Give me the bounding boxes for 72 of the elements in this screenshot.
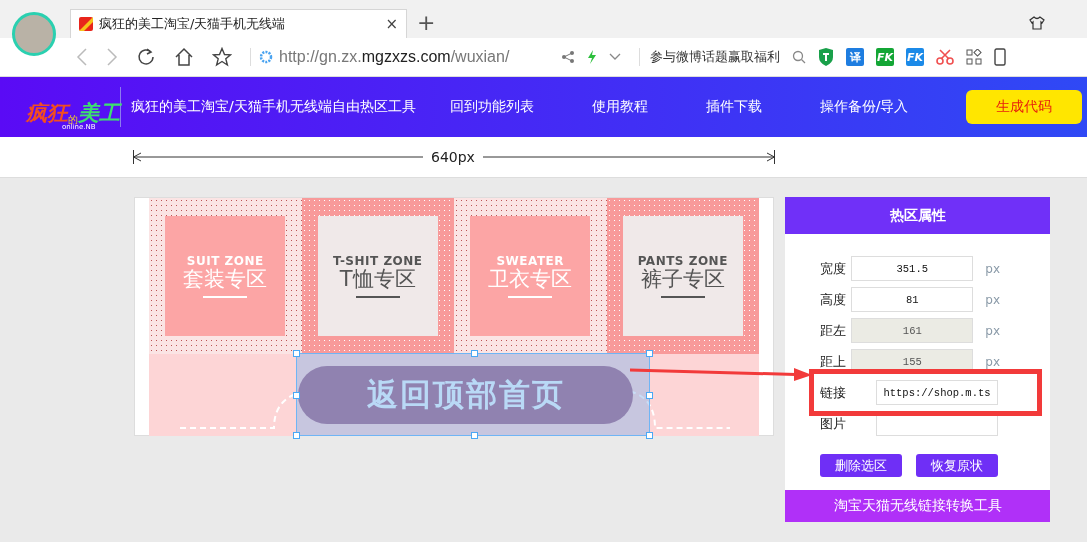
home-icon[interactable] (174, 47, 194, 67)
tab-title: 疯狂的美工淘宝/天猫手机无线端 (99, 15, 287, 33)
resize-handle[interactable] (471, 350, 478, 357)
resize-handle[interactable] (471, 432, 478, 439)
generate-code-button[interactable]: 生成代码 (966, 90, 1082, 124)
panel-title: 热区属性 (785, 197, 1050, 234)
unit-label: px (985, 261, 1000, 276)
zone-title: 卫衣专区 (488, 268, 573, 292)
field-label: 宽度 (820, 259, 847, 278)
input-field[interactable]: 81 (851, 287, 974, 312)
input-field[interactable]: https://shop.m.ts (876, 380, 998, 405)
zone-title: T恤专区 (339, 268, 416, 292)
shield-icon[interactable] (818, 48, 834, 66)
search-field[interactable]: 参与微博话题赢取福利 (639, 48, 780, 66)
zone-card[interactable]: T-SHIT ZONE T恤专区 (317, 216, 438, 336)
grid-icon[interactable] (966, 49, 982, 65)
field-label: 距左 (820, 321, 847, 340)
search-icon[interactable] (792, 50, 806, 64)
resize-handle[interactable] (293, 392, 300, 399)
nav-link[interactable]: 回到功能列表 (449, 98, 534, 116)
unit-label: px (985, 323, 1000, 338)
zone-english-title: T-SHIT ZONE (332, 254, 423, 269)
unit-label: px (985, 354, 1000, 369)
panel-button[interactable]: 删除选区 (820, 454, 902, 477)
zone-english-title: PANTS ZONE (637, 254, 728, 269)
zone-english-title: SUIT ZONE (186, 254, 264, 269)
zone-title: 裤子专区 (640, 268, 725, 292)
share-icon[interactable] (561, 50, 575, 64)
resize-handle[interactable] (646, 350, 653, 357)
lightning-icon[interactable] (587, 50, 597, 64)
scissors-icon[interactable] (936, 49, 954, 65)
nav-link[interactable]: 操作备份/导入 (819, 98, 909, 116)
nav-link[interactable]: 插件下载 (705, 98, 762, 116)
shirt-icon[interactable] (1029, 16, 1045, 30)
underline (508, 295, 553, 298)
resize-handle[interactable] (646, 432, 653, 439)
hotspot-selection[interactable] (296, 353, 650, 436)
underline (355, 295, 400, 298)
field-label: 距上 (820, 352, 847, 371)
phone-icon[interactable] (994, 48, 1006, 66)
chevron-icon[interactable] (609, 53, 621, 61)
address-bar[interactable]: http://gn.zx.mgzxzs.com/wuxian/ (250, 48, 549, 66)
unit-label: px (985, 292, 1000, 307)
url-text: http://gn.zx.mgzxzs.com/wuxian/ (279, 48, 510, 66)
extension-button[interactable]: FK (906, 48, 924, 66)
translate-button[interactable]: 译 (846, 48, 864, 66)
resize-handle[interactable] (293, 432, 300, 439)
forward-icon[interactable] (106, 48, 118, 66)
zone-english-title: SWEATER (496, 254, 565, 269)
resize-handle[interactable] (646, 392, 653, 399)
underline (203, 295, 248, 298)
field-label: 高度 (820, 290, 847, 309)
avatar-icon[interactable] (12, 12, 56, 56)
favicon-icon (79, 17, 93, 31)
nav-link[interactable]: 使用教程 (591, 98, 648, 116)
back-icon[interactable] (76, 48, 88, 66)
field-label: 链接 (820, 383, 847, 402)
panel-button[interactable]: 恢复原状 (916, 454, 998, 477)
zone-card[interactable]: PANTS ZONE 裤子专区 (622, 216, 743, 336)
browser-tab[interactable]: 疯狂的美工淘宝/天猫手机无线端 × (70, 9, 407, 38)
resize-handle[interactable] (293, 350, 300, 357)
reload-icon[interactable] (136, 47, 156, 67)
close-tab-button[interactable]: × (385, 15, 398, 33)
new-tab-button[interactable]: + (417, 12, 436, 34)
star-icon[interactable] (212, 47, 232, 67)
site-title: 疯狂的美工淘宝/天猫手机无线端自由热区工具 (131, 98, 416, 116)
link-converter-link[interactable]: 淘宝天猫无线链接转换工具 (785, 490, 1050, 522)
zone-title: 套装专区 (183, 268, 268, 292)
width-label: 640px (431, 149, 475, 165)
input-field[interactable]: 351.5 (851, 256, 974, 281)
field-label: 图片 (820, 414, 847, 433)
underline (660, 295, 705, 298)
